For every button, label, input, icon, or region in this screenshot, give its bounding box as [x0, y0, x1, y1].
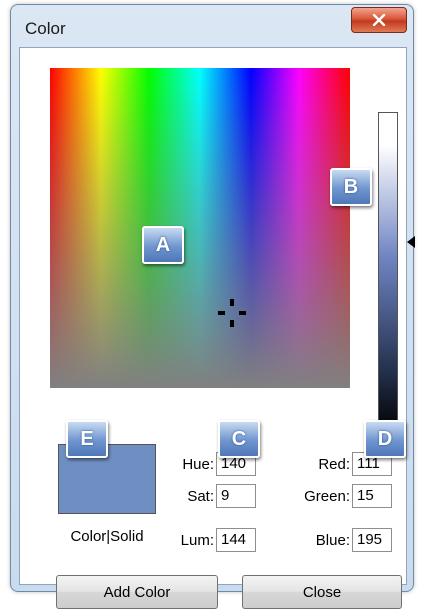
blue-input[interactable]: 195 [352, 528, 392, 552]
sat-label: Sat: [187, 488, 214, 505]
close-window-button[interactable] [351, 7, 407, 33]
color-solid-label: Color|Solid [70, 528, 144, 545]
callout-d: D [364, 420, 406, 458]
callout-c: C [218, 420, 260, 458]
dialog-client-area: Color|Solid Hue: 140 Sat: 9 Lum: 144 Red… [19, 47, 415, 609]
callout-b: B [330, 168, 372, 206]
sat-input[interactable]: 9 [216, 484, 256, 508]
slider-arrow-icon[interactable] [407, 236, 415, 248]
callout-e: E [66, 420, 108, 458]
blue-label: Blue: [315, 532, 350, 549]
color-dialog: Color Color|Solid Hue: 140 Sat: 9 Lum: 1… [10, 4, 415, 609]
lum-input[interactable]: 144 [216, 528, 256, 552]
window-title: Color [25, 19, 66, 38]
hue-label: Hue: [182, 456, 214, 473]
title-bar: Color [11, 5, 413, 47]
callout-a: A [142, 226, 184, 264]
crosshair-icon[interactable] [212, 293, 252, 333]
luminosity-slider[interactable] [378, 112, 398, 434]
add-color-button[interactable]: Add Color [56, 575, 218, 609]
green-input[interactable]: 15 [352, 484, 392, 508]
color-spectrum[interactable] [50, 68, 350, 388]
close-x-icon [372, 14, 386, 26]
close-button[interactable]: Close [242, 575, 402, 609]
green-label: Green: [304, 488, 350, 505]
lum-label: Lum: [180, 532, 214, 549]
red-label: Red: [318, 456, 350, 473]
